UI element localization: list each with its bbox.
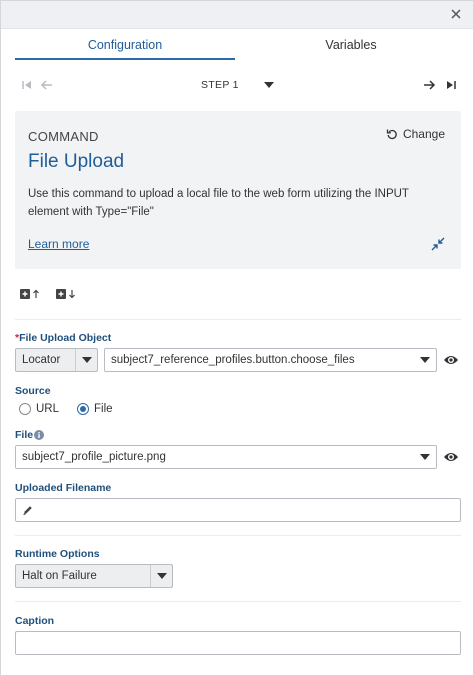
tab-variables[interactable]: Variables [241,29,461,61]
insert-below-icon [56,289,75,299]
info-icon[interactable] [34,430,44,440]
last-step-icon[interactable] [443,77,459,93]
panel-topbar [1,1,473,29]
chevron-down-icon [414,446,436,468]
file-value: subject7_profile_picture.png [22,451,166,463]
chevron-down-icon [150,565,172,587]
source-label: Source [15,385,51,397]
insert-above-button[interactable] [19,287,41,301]
next-step-icon[interactable] [421,77,437,93]
locator-value-select[interactable]: subject7_reference_profiles.button.choos… [104,348,437,372]
chevron-down-icon [414,349,436,371]
close-icon[interactable] [449,7,463,21]
step-dropdown-icon[interactable] [263,79,275,91]
locator-type-value: Locator [22,354,61,366]
command-description: Use this command to upload a local file … [28,188,409,218]
runtime-options-value: Halt on Failure [22,570,97,582]
insert-above-icon [20,289,39,299]
runtime-options-label: Runtime Options [15,548,100,560]
radio-circle-selected [77,403,90,415]
insert-step-toolbar [19,287,77,301]
collapse-icon[interactable] [431,237,445,251]
command-header: COMMAND [28,129,99,144]
eye-icon[interactable] [443,451,459,463]
caption-input[interactable] [15,631,461,655]
chevron-down-icon [75,349,97,371]
divider [15,535,461,536]
tab-configuration[interactable]: Configuration [15,29,235,61]
command-title: File Upload [28,151,125,172]
file-select[interactable]: subject7_profile_picture.png [15,445,437,469]
locator-value: subject7_reference_profiles.button.choos… [111,354,355,366]
file-upload-object-label-text: File Upload Object [19,332,112,344]
source-url-radio[interactable]: URL [19,403,59,415]
eye-icon[interactable] [443,354,459,366]
undo-icon [386,129,397,140]
caption-label: Caption [15,615,55,627]
step-navigator: STEP 1 [1,71,473,99]
runtime-options-select[interactable]: Halt on Failure [15,564,173,588]
divider [15,319,461,320]
learn-more-link[interactable]: Learn more [28,237,89,251]
divider [15,601,461,602]
uploaded-filename-label: Uploaded Filename [15,482,112,494]
file-label: File [15,429,34,441]
insert-below-button[interactable] [55,287,77,301]
locator-type-select[interactable]: Locator [15,348,98,372]
uploaded-filename-input[interactable] [15,498,461,522]
source-file-radio[interactable]: File [77,403,113,415]
step-label: STEP 1 [201,79,239,91]
source-radio-group: URL File [19,403,127,415]
first-step-icon[interactable] [19,77,35,93]
radio-circle [19,403,31,415]
pencil-icon [23,506,32,515]
change-command-button[interactable]: Change [386,127,445,141]
change-label: Change [402,127,445,141]
command-card: COMMAND Change File Upload Use this comm… [15,111,461,269]
file-upload-object-label: *File Upload Object [15,332,111,344]
tab-bar: Configuration Variables [1,29,473,61]
source-url-label: URL [36,403,60,415]
source-file-label: File [94,403,113,415]
command-editor-panel: Configuration Variables STEP 1 COMMAND C… [0,0,474,676]
prev-step-icon[interactable] [39,77,55,93]
